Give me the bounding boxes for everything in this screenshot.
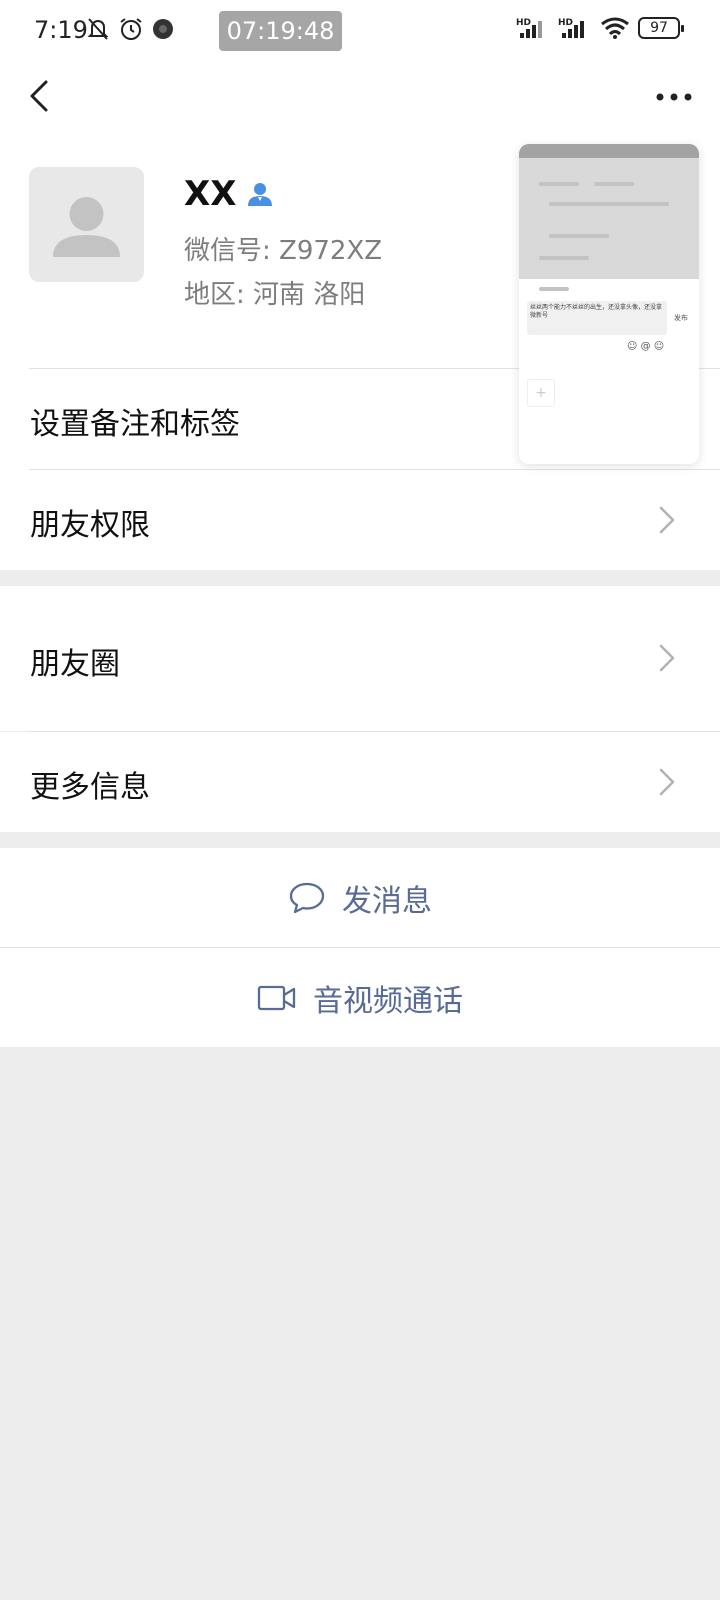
back-chevron-icon[interactable]	[22, 76, 62, 116]
signal-hd-icon-2: HD	[558, 18, 584, 38]
region: 地区: 河南 洛阳	[184, 280, 366, 310]
recording-timer: 07:19:48	[219, 11, 342, 51]
signal-hd-icon: HD	[516, 18, 542, 38]
cell-label-friend-permissions: 朋友权限	[30, 508, 150, 543]
wechat-id: 微信号: Z972XZ	[184, 236, 383, 266]
preview-compose-panel: 丝丝两个能力不丝丝的出生，还没拿头像，还没拿 微新号 发布 ☺ @ ☺ +	[519, 279, 699, 464]
cell-more-info[interactable]: 更多信息	[0, 732, 720, 832]
wifi-icon	[601, 17, 629, 39]
preview-line	[539, 287, 569, 291]
cell-label-moments: 朋友圈	[30, 647, 120, 682]
preview-line	[594, 182, 634, 186]
preview-post-text: 丝丝两个能力不丝丝的出生，还没拿头像，还没拿 微新号	[530, 304, 663, 319]
preview-top-bar	[519, 144, 699, 158]
cell-label-more-info: 更多信息	[30, 770, 150, 805]
cell-moments[interactable]: 朋友圈	[0, 586, 720, 731]
chevron-right-icon	[659, 768, 675, 796]
more-dots-icon[interactable]	[652, 82, 696, 112]
battery-indicator: 97	[638, 17, 684, 39]
preview-publish-label: 发布	[674, 314, 688, 322]
cell-friend-permissions[interactable]: 朋友权限	[0, 470, 720, 570]
preview-dimmed-chat	[519, 144, 699, 279]
chevron-right-icon	[659, 506, 675, 534]
alarm-icon	[120, 18, 142, 40]
top-navbar	[0, 62, 720, 132]
preview-line	[549, 234, 609, 238]
avatar[interactable]	[29, 167, 144, 282]
send-message-label: 发消息	[342, 883, 432, 919]
preview-plus-icon: +	[527, 379, 555, 407]
floating-window-preview[interactable]: 丝丝两个能力不丝丝的出生，还没拿头像，还没拿 微新号 发布 ☺ @ ☺ +	[519, 144, 699, 464]
video-camera-icon	[257, 985, 296, 1010]
av-call-button[interactable]: 音视频通话	[0, 948, 720, 1047]
status-time: 7:19	[34, 16, 88, 44]
name-row: XX	[184, 174, 274, 214]
contact-name: XX	[184, 174, 237, 214]
status-icons-right: HD HD 97	[516, 16, 684, 40]
chat-bubble-icon	[289, 882, 325, 913]
person-badge-icon	[248, 183, 273, 206]
preview-emoji-icons: ☺ @ ☺	[627, 341, 665, 352]
default-avatar-icon	[53, 197, 120, 257]
av-call-label: 音视频通话	[313, 983, 463, 1019]
chevron-right-icon	[659, 644, 675, 672]
status-icons-left	[86, 16, 174, 42]
preview-line	[549, 202, 669, 206]
bell-muted-icon	[87, 18, 109, 40]
send-message-button[interactable]: 发消息	[0, 848, 720, 947]
app-notification-icon	[153, 19, 173, 39]
svg-text:HD: HD	[516, 18, 531, 28]
status-bar: 7:19 07:19:48 HD HD 97	[0, 0, 720, 62]
svg-text:HD: HD	[558, 18, 573, 28]
cell-label-remark-tags: 设置备注和标签	[30, 407, 240, 442]
preview-text-box: 丝丝两个能力不丝丝的出生，还没拿头像，还没拿 微新号	[527, 301, 667, 335]
preview-line	[539, 256, 589, 260]
preview-line	[539, 182, 579, 186]
